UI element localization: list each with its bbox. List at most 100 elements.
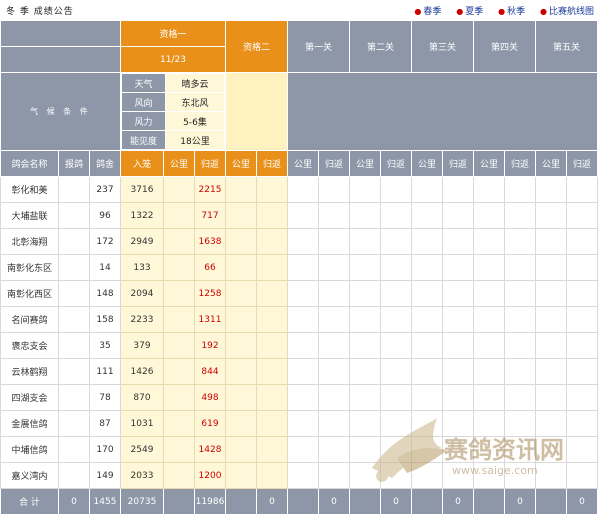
q2-km bbox=[225, 306, 257, 333]
entry-count: 133 bbox=[120, 254, 164, 281]
col-km-header: 公里 bbox=[225, 150, 257, 177]
loft-count: 149 bbox=[89, 462, 121, 489]
stage-km bbox=[473, 358, 505, 385]
q2-return bbox=[256, 410, 288, 437]
club-name: 嘉义湾内 bbox=[0, 462, 59, 489]
stage-km bbox=[287, 358, 319, 385]
stage-km bbox=[473, 280, 505, 307]
totals-entry: 20735 bbox=[120, 488, 164, 515]
qualifier1-date: 11/23 bbox=[120, 46, 226, 73]
q1-return: 1200 bbox=[194, 462, 226, 489]
table-row: 褒忠支会 35 379 192 bbox=[0, 332, 598, 359]
q1-return: 619 bbox=[194, 410, 226, 437]
stage-km bbox=[473, 332, 505, 359]
entry-count: 2233 bbox=[120, 306, 164, 333]
qualifier1-label: 资格一 bbox=[120, 20, 226, 47]
totals-q2-km bbox=[225, 488, 257, 515]
totals-q1-km bbox=[163, 488, 195, 515]
q1-return: 1258 bbox=[194, 280, 226, 307]
q1-return: 717 bbox=[194, 202, 226, 229]
stage-km bbox=[411, 358, 443, 385]
reg-count bbox=[58, 280, 90, 307]
stage-km bbox=[349, 228, 381, 255]
top-bar: 冬 季 成绩公告 ● 春季 ● 夏季 ● 秋季 ● 比赛航线图 bbox=[0, 0, 600, 20]
loft-count: 111 bbox=[89, 358, 121, 385]
stage-km bbox=[473, 176, 505, 203]
stage-return bbox=[318, 462, 350, 489]
stage-km bbox=[287, 384, 319, 411]
q2-km bbox=[225, 410, 257, 437]
weather-value: 晴多云 bbox=[165, 73, 225, 93]
totals-s1-km bbox=[287, 488, 319, 515]
weather-key: 风力 bbox=[121, 111, 166, 131]
q2-km bbox=[225, 228, 257, 255]
reg-count bbox=[58, 358, 90, 385]
col-ret-header: 归返 bbox=[380, 150, 412, 177]
stage-return bbox=[442, 306, 474, 333]
arrow-icon: ● bbox=[540, 7, 547, 16]
nav-link-route-map[interactable]: 比赛航线图 bbox=[549, 7, 594, 17]
col-ret-header: 归返 bbox=[442, 150, 474, 177]
q2-km bbox=[225, 280, 257, 307]
stage-return bbox=[442, 280, 474, 307]
nav-link-summer[interactable]: 夏季 bbox=[465, 7, 483, 17]
stage-return bbox=[566, 280, 598, 307]
loft-count: 35 bbox=[89, 332, 121, 359]
weather-value: 5-6集 bbox=[165, 111, 225, 131]
stage-km bbox=[473, 306, 505, 333]
col-ret-header: 归返 bbox=[256, 150, 288, 177]
q2-return bbox=[256, 306, 288, 333]
stage-return bbox=[566, 358, 598, 385]
club-name: 四湖支会 bbox=[0, 384, 59, 411]
nav-link-spring[interactable]: 春季 bbox=[423, 7, 441, 17]
col-km-header: 公里 bbox=[287, 150, 319, 177]
col-ret-header: 归返 bbox=[566, 150, 598, 177]
stage-return bbox=[380, 280, 412, 307]
stage-return bbox=[318, 176, 350, 203]
q2-km bbox=[225, 176, 257, 203]
q1-return: 1638 bbox=[194, 228, 226, 255]
loft-count: 14 bbox=[89, 254, 121, 281]
stage-km bbox=[349, 254, 381, 281]
stage-return bbox=[504, 332, 536, 359]
club-name: 褒忠支会 bbox=[0, 332, 59, 359]
stage-return bbox=[380, 254, 412, 281]
stage-km bbox=[411, 202, 443, 229]
stage-return bbox=[318, 280, 350, 307]
loft-count: 237 bbox=[89, 176, 121, 203]
stage-return bbox=[318, 228, 350, 255]
stage-return bbox=[318, 332, 350, 359]
q1-km bbox=[163, 332, 195, 359]
stage-km bbox=[535, 332, 567, 359]
weather-value: 18公里 bbox=[165, 130, 225, 150]
stage-km bbox=[349, 280, 381, 307]
nav-link-autumn[interactable]: 秋季 bbox=[507, 7, 525, 17]
col-km-header: 公里 bbox=[349, 150, 381, 177]
club-name: 南彰化东区 bbox=[0, 254, 59, 281]
q1-return: 1428 bbox=[194, 436, 226, 463]
stage-km bbox=[287, 306, 319, 333]
header-blank bbox=[0, 20, 121, 47]
stage-km bbox=[535, 358, 567, 385]
q2-km bbox=[225, 358, 257, 385]
weather-label: 气 候 条 件 bbox=[0, 72, 121, 151]
q2-return bbox=[256, 280, 288, 307]
weather-key: 能见度 bbox=[121, 130, 166, 150]
stage-return bbox=[566, 228, 598, 255]
reg-count bbox=[58, 254, 90, 281]
stage-km bbox=[411, 280, 443, 307]
q1-return: 2215 bbox=[194, 176, 226, 203]
q2-km bbox=[225, 254, 257, 281]
totals-label: 合 计 bbox=[0, 488, 59, 515]
stage-return bbox=[504, 254, 536, 281]
col-ret-header: 归返 bbox=[194, 150, 226, 177]
col-ret-header: 归返 bbox=[318, 150, 350, 177]
col-km-header: 公里 bbox=[473, 150, 505, 177]
entry-count: 1426 bbox=[120, 358, 164, 385]
stage-return bbox=[442, 358, 474, 385]
stage-5-header: 第五关 bbox=[535, 20, 598, 73]
stage-km bbox=[287, 436, 319, 463]
table-row: 大埔盐联 96 1322 717 bbox=[0, 202, 598, 229]
club-name: 名间赛鸽 bbox=[0, 306, 59, 333]
stage-km bbox=[287, 410, 319, 437]
